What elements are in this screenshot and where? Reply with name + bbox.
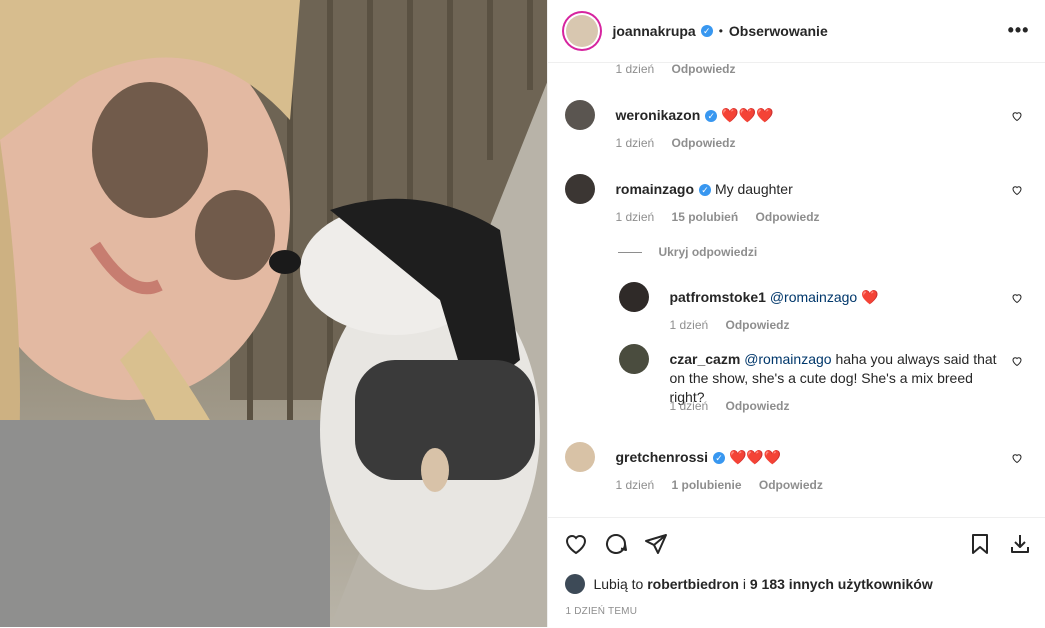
comment-gretchenrossi: gretchenrossi ✓ ❤️❤️❤️ 1 dzień 1 polubien… [565,442,1035,502]
mention-link[interactable]: @romainzago [744,351,831,367]
reply-button[interactable]: Odpowiedz [726,399,790,413]
instagram-post: joannakrupa ✓ • Obserwowanie ••• 1 dzień… [0,0,1045,627]
comment-time[interactable]: 1 dzień [669,318,708,332]
mention-link[interactable]: @romainzago [770,289,857,305]
comment-username[interactable]: patfromstoke1 [669,289,765,305]
comment-username[interactable]: romainzago [615,181,694,197]
comment-like-icon[interactable] [1011,355,1023,367]
comment-like-icon[interactable] [1011,110,1023,122]
avatar[interactable] [619,344,650,374]
avatar[interactable] [565,442,596,472]
reply-button[interactable]: Odpowiedz [759,478,823,492]
comments-panel: joannakrupa ✓ • Obserwowanie ••• 1 dzień… [547,0,1045,627]
reply-button[interactable]: Odpowiedz [672,62,736,76]
comment-body: ❤️❤️❤️ [721,107,774,123]
reply-button[interactable]: Odpowiedz [726,318,790,332]
comment-time[interactable]: 1 dzień [615,136,654,150]
comment-meta: 1 dzień 1 polubienie Odpowiedz [615,478,836,492]
comment-romainzago: romainzago ✓ My daughter 1 dzień 15 polub… [565,174,1035,234]
comment-like-icon[interactable] [1011,452,1023,464]
following-button[interactable]: Obserwowanie [729,23,828,39]
reply-button[interactable]: Odpowiedz [756,210,820,224]
likes-others-link[interactable]: 9 183 innych użytkowników [750,576,933,592]
comment-username[interactable]: weronikazon [615,107,700,123]
comment-meta: 1 dzień Odpowiedz [615,136,749,150]
liker-avatar[interactable] [565,574,586,594]
comment-time[interactable]: 1 dzień [669,399,708,413]
reply-czar-cazm: czar_cazm @romainzago haha you always sa… [619,344,1035,424]
post-actions: Lubią to robertbiedron i 9 183 innych uż… [548,517,1045,628]
comment-bubble-icon[interactable] [604,532,628,556]
paper-plane-icon[interactable] [644,532,668,556]
liker-username[interactable]: robertbiedron [647,576,739,592]
reply-button[interactable]: Odpowiedz [672,136,736,150]
verified-badge-icon: ✓ [700,25,713,37]
verified-badge-icon: ✓ [705,110,718,122]
bookmark-icon[interactable] [968,532,992,556]
post-header: joannakrupa ✓ • Obserwowanie ••• [548,0,1045,63]
heart-outline-icon[interactable] [564,532,588,556]
likes-connector: i [742,576,746,592]
comment-text: weronikazon ✓ ❤️❤️❤️ [615,106,995,125]
comment-time[interactable]: 1 dzień [615,62,654,76]
comment-like-icon[interactable] [1011,184,1023,196]
divider-line [618,252,643,254]
comment-meta: 1 dzień Odpowiedz [615,62,749,76]
comment-text: patfromstoke1 @romainzago ❤️ [669,288,989,307]
comment-weronikazon: weronikazon ✓ ❤️❤️❤️ 1 dzień Odpowiedz [565,100,1035,160]
likes-prefix: Lubią to [593,576,644,592]
comments-list: 1 dzień Odpowiedz weronikazon ✓ ❤️❤️❤️ 1 … [548,62,1045,517]
download-icon[interactable] [1008,532,1032,556]
comment-likes-count[interactable]: 15 polubień [672,210,739,224]
author-username[interactable]: joannakrupa [612,23,695,39]
comment-time[interactable]: 1 dzień [615,210,654,224]
comment-time[interactable]: 1 dzień [615,478,654,492]
comment-body: My daughter [714,181,793,197]
reply-patfromstoke1: patfromstoke1 @romainzago ❤️ 1 dzień Odp… [619,282,1035,332]
post-photo[interactable] [0,0,548,627]
verified-badge-icon: ✓ [713,452,726,464]
more-options-button[interactable]: ••• [1008,20,1030,41]
separator-dot: • [718,24,723,38]
author-avatar[interactable] [566,15,599,47]
avatar[interactable] [565,174,596,204]
verified-badge-icon: ✓ [699,184,712,196]
comment-meta: 1 dzień Odpowiedz [669,318,803,332]
comment-body: ❤️ [861,289,879,305]
comment-meta: 1 dzień 15 polubień Odpowiedz [615,210,833,224]
comment-username[interactable]: czar_cazm [669,351,740,367]
comment-likes-count[interactable]: 1 polubienie [672,478,742,492]
likes-summary: Lubią to robertbiedron i 9 183 innych uż… [565,574,933,594]
comment-text: romainzago ✓ My daughter [615,180,995,199]
comment-like-icon[interactable] [1011,292,1023,304]
post-date[interactable]: 1 DZIEŃ TEMU [565,606,637,617]
hide-replies-label: Ukryj odpowiedzi [658,245,758,259]
comment-text: gretchenrossi ✓ ❤️❤️❤️ [615,448,995,467]
photo-illustration [0,0,548,627]
avatar[interactable] [565,100,596,130]
comment-username[interactable]: gretchenrossi [615,449,708,465]
comment-meta: 1 dzień Odpowiedz [669,399,803,413]
hide-replies-button[interactable]: Ukryj odpowiedzi [618,245,757,259]
comment-body: ❤️❤️❤️ [728,449,782,465]
avatar[interactable] [619,282,650,312]
